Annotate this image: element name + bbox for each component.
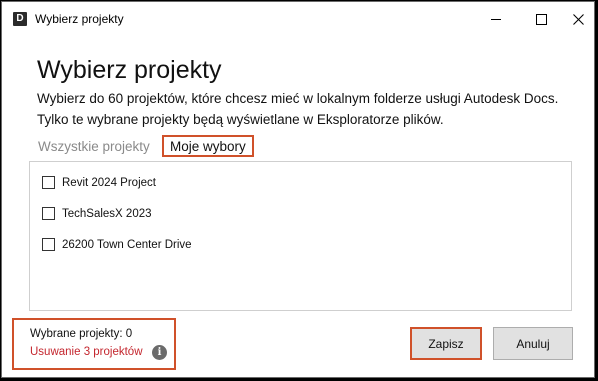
title-bar: D Wybierz projekty [2,2,594,36]
maximize-icon [535,13,547,25]
description: Wybierz do 60 projektów, które chcesz mi… [37,88,587,130]
description-line-1: Wybierz do 60 projektów, które chcesz mi… [37,91,559,106]
tab-my-selections[interactable]: Moje wybory [162,135,254,157]
tab-all-projects[interactable]: Wszystkie projekty [38,139,150,154]
minimize-icon [491,18,501,20]
selection-summary: Wybrane projekty: 0 Usuwanie 3 projektów… [12,318,176,370]
project-label: Revit 2024 Project [62,176,156,189]
close-button[interactable] [560,6,596,32]
close-icon [572,13,584,25]
window-title: Wybierz projekty [35,12,124,26]
project-list: Revit 2024 Project TechSalesX 2023 26200… [29,161,572,311]
project-label: TechSalesX 2023 [62,207,152,220]
page-title: Wybierz projekty [37,56,222,84]
dialog-window: D Wybierz projekty Wybierz projekty Wybi… [1,1,595,378]
checkbox[interactable] [42,238,55,251]
list-item[interactable]: Revit 2024 Project [42,176,156,189]
checkbox[interactable] [42,176,55,189]
removing-projects-link[interactable]: Usuwanie 3 projektów [30,346,143,358]
minimize-button[interactable] [478,6,514,32]
cancel-button[interactable]: Anuluj [493,327,573,360]
app-icon: D [13,12,27,26]
maximize-button[interactable] [523,6,559,32]
description-line-2: Tylko te wybrane projekty będą wyświetla… [37,112,444,127]
save-button[interactable]: Zapisz [410,327,482,360]
list-item[interactable]: 26200 Town Center Drive [42,238,192,251]
checkbox[interactable] [42,207,55,220]
project-label: 26200 Town Center Drive [62,238,192,251]
selected-count-text: Wybrane projekty: 0 [30,328,133,340]
list-item[interactable]: TechSalesX 2023 [42,207,152,220]
info-icon[interactable]: i [152,345,167,360]
